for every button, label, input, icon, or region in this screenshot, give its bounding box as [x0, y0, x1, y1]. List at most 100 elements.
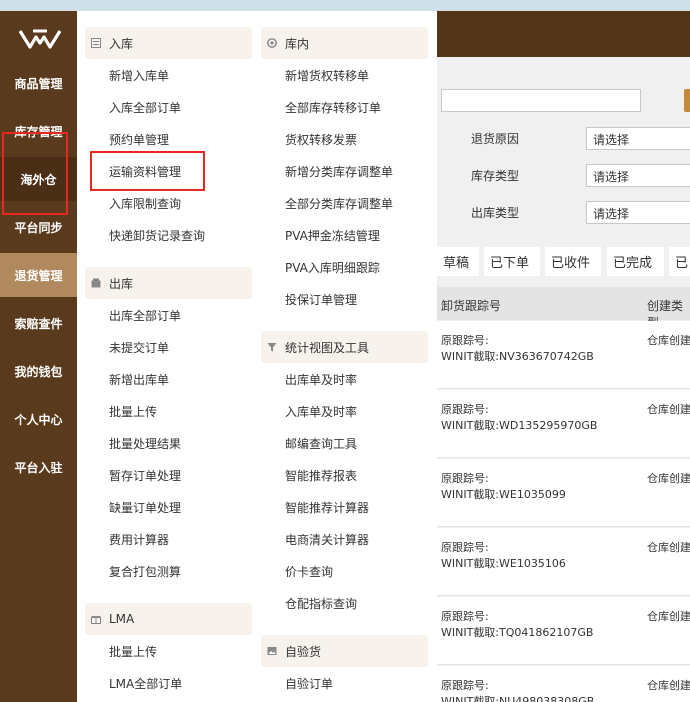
- menu-item-new-inbound[interactable]: 新增入库单: [109, 67, 169, 84]
- app-header: [437, 11, 690, 57]
- menu-item-all-inbound-orders[interactable]: 入库全部订单: [109, 99, 181, 116]
- menu-item-batch-upload[interactable]: 批量上传: [109, 403, 157, 420]
- menu-item-rate-card-query[interactable]: 价卡查询: [285, 563, 333, 580]
- menu-item-new-outbound[interactable]: 新增出库单: [109, 371, 169, 388]
- winit-tracking: WINIT截取:NV363670742GB: [441, 350, 594, 363]
- winit-tracking: WINIT截取:TQ041862107GB: [441, 626, 594, 639]
- outbound-type-label: 出库类型: [471, 206, 520, 220]
- sidebar-item-label: 我的钱包: [14, 364, 63, 379]
- original-tracking-label: 原跟踪号:: [441, 334, 489, 347]
- original-tracking-label: 原跟踪号:: [441, 472, 489, 485]
- original-tracking-label: 原跟踪号:: [441, 403, 489, 416]
- menu-item-new-ownership-transfer[interactable]: 新增货权转移单: [285, 67, 369, 84]
- sidebar-item-label: 商品管理: [14, 76, 63, 91]
- winit-tracking: WINIT截取:WD135295970GB: [441, 419, 598, 432]
- menu-item-pva-deposit[interactable]: PVA押金冻结管理: [285, 227, 380, 244]
- circle-target-icon: [267, 38, 277, 48]
- menu-item-appointment-management[interactable]: 预约单管理: [109, 131, 169, 148]
- menu-item-self-inspection-orders[interactable]: 自验订单: [285, 675, 333, 692]
- search-button[interactable]: [684, 89, 690, 112]
- create-type: 仓库创建: [647, 472, 690, 485]
- menu-item-fee-calculator[interactable]: 费用计算器: [109, 531, 169, 548]
- gift-icon: [91, 616, 101, 624]
- menu-item-inbound-limit-query[interactable]: 入库限制查询: [109, 195, 181, 212]
- menu-item-shortage-orders[interactable]: 缺量订单处理: [109, 499, 181, 516]
- menu-item-inbound-timeliness[interactable]: 入库单及时率: [285, 403, 357, 420]
- menu-item-customs-calculator[interactable]: 电商清关计算器: [285, 531, 369, 548]
- sidebar-item-returns[interactable]: 退货管理: [0, 253, 77, 297]
- stock-type-label: 库存类型: [471, 169, 520, 183]
- tab-more[interactable]: 已: [669, 247, 690, 276]
- menu-item-smart-recommend-report[interactable]: 智能推荐报表: [285, 467, 357, 484]
- return-reason-select[interactable]: 请选择: [586, 127, 690, 150]
- menu-item-smart-recommend-calculator[interactable]: 智能推荐计算器: [285, 499, 369, 516]
- menu-item-outbound-timeliness[interactable]: 出库单及时率: [285, 371, 357, 388]
- return-reason-label: 退货原因: [471, 132, 520, 146]
- menu-item-new-category-adjust[interactable]: 新增分类库存调整单: [285, 163, 393, 180]
- menu-item-lma-batch-upload[interactable]: 批量上传: [109, 643, 157, 660]
- sidebar-item-label: 平台入驻: [14, 460, 63, 475]
- sidebar-item-profile[interactable]: 个人中心: [0, 397, 77, 441]
- original-tracking-label: 原跟踪号:: [441, 679, 489, 692]
- sidebar-item-label: 个人中心: [14, 412, 63, 427]
- create-type: 仓库创建: [647, 403, 690, 416]
- menu-item-warehouse-metrics[interactable]: 仓配指标查询: [285, 595, 357, 612]
- search-input[interactable]: [441, 89, 641, 112]
- section-header-outbound: 出库: [85, 267, 252, 299]
- inbound-icon: [91, 38, 101, 48]
- section-title: 入库: [109, 36, 134, 51]
- tab-ordered[interactable]: 已下单: [484, 247, 540, 276]
- tab-received[interactable]: 已收件: [545, 247, 601, 276]
- menu-item-lma-all-orders[interactable]: LMA全部订单: [109, 675, 182, 692]
- column-header-tracking: 卸货跟踪号: [441, 299, 502, 313]
- section-title: 库内: [285, 36, 310, 51]
- menu-item-staged-orders[interactable]: 暂存订单处理: [109, 467, 181, 484]
- outbound-type-select[interactable]: 请选择: [586, 201, 690, 224]
- section-title: 自验货: [285, 644, 322, 659]
- section-title: 出库: [109, 276, 134, 291]
- section-title: 统计视图及工具: [285, 340, 370, 355]
- menu-item-composite-packing[interactable]: 复合打包测算: [109, 563, 181, 580]
- tab-draft[interactable]: 草稿: [437, 247, 479, 276]
- sidebar-item-wallet[interactable]: 我的钱包: [0, 349, 77, 393]
- create-type: 仓库创建: [647, 334, 690, 347]
- section-header-instock: 库内: [261, 27, 428, 59]
- menu-item-transfer-invoice[interactable]: 货权转移发票: [285, 131, 357, 148]
- menu-item-all-outbound-orders[interactable]: 出库全部订单: [109, 307, 181, 324]
- original-tracking-label: 原跟踪号:: [441, 610, 489, 623]
- sidebar-item-claims[interactable]: 索赔查件: [0, 301, 77, 345]
- sidebar-item-label: 退货管理: [14, 268, 63, 283]
- highlight-box-transport-info: [90, 151, 205, 191]
- stock-type-select[interactable]: 请选择: [586, 164, 690, 187]
- brand-logo-icon: [19, 29, 61, 49]
- section-header-stats: 统计视图及工具: [261, 331, 428, 363]
- winit-tracking: WINIT截取:WE1035106: [441, 557, 566, 570]
- winit-tracking: WINIT截取:WE1035099: [441, 488, 566, 501]
- section-header-lma: LMA: [85, 603, 252, 635]
- create-type: 仓库创建: [647, 541, 690, 554]
- sidebar-item-platform-join[interactable]: 平台入驻: [0, 445, 77, 489]
- menu-item-insurance-orders[interactable]: 投保订单管理: [285, 291, 357, 308]
- section-header-self-inspection: 自验货: [261, 635, 428, 667]
- menu-item-all-category-adjust[interactable]: 全部分类库存调整单: [285, 195, 393, 212]
- top-strip: [0, 0, 690, 11]
- sidebar-item-label: 平台同步: [14, 220, 63, 235]
- image-icon: [267, 647, 277, 655]
- original-tracking-label: 原跟踪号:: [441, 541, 489, 554]
- create-type: 仓库创建: [647, 610, 690, 623]
- outbound-icon: [91, 278, 101, 288]
- sidebar-item-products[interactable]: 商品管理: [0, 61, 77, 105]
- sidebar-item-label: 索赔查件: [14, 316, 63, 331]
- section-title: LMA: [109, 612, 135, 626]
- menu-item-pva-inbound-tracking[interactable]: PVA入库明细跟踪: [285, 259, 380, 276]
- highlight-box-overseas-warehouse: [2, 132, 68, 215]
- filter-icon: [267, 343, 277, 352]
- menu-item-batch-results[interactable]: 批量处理结果: [109, 435, 181, 452]
- menu-item-express-unload-records[interactable]: 快递卸货记录查询: [109, 227, 205, 244]
- menu-item-unsubmitted-orders[interactable]: 未提交订单: [109, 339, 169, 356]
- create-type: 仓库创建: [647, 679, 690, 692]
- tab-completed[interactable]: 已完成: [607, 247, 664, 276]
- menu-item-all-stock-transfer[interactable]: 全部库存转移订单: [285, 99, 381, 116]
- menu-item-postcode-query[interactable]: 邮编查询工具: [285, 435, 357, 452]
- winit-tracking: WINIT截取:NU498038308GB: [441, 695, 595, 702]
